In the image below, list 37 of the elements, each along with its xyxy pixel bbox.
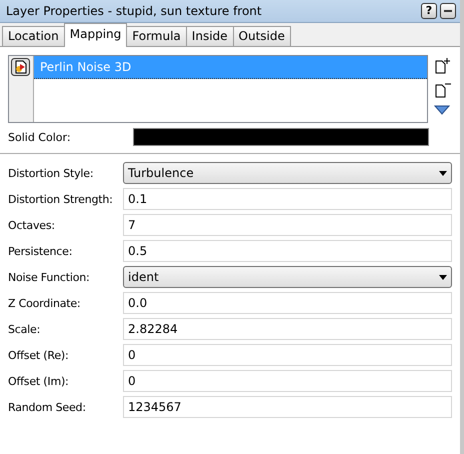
field-label: Persistence: <box>8 244 74 258</box>
minimize-button[interactable] <box>440 3 456 19</box>
input-field[interactable]: 0.5 <box>123 240 452 262</box>
window-title: Layer Properties - stupid, sun texture front <box>6 4 263 18</box>
field-label: Offset (Im): <box>8 374 70 388</box>
field-label: Solid Color: <box>8 130 72 144</box>
dropdown-arrow-icon <box>439 274 447 280</box>
field-label: Noise Function: <box>8 270 91 284</box>
down-arrow-icon[interactable] <box>434 105 450 115</box>
minimize-icon <box>444 10 452 12</box>
field-label: Octaves: <box>8 218 56 232</box>
input-field[interactable]: 0.1 <box>123 188 452 210</box>
field-label: Distortion Style: <box>8 166 94 180</box>
dropdown-arrow-icon <box>439 170 447 176</box>
tab[interactable]: Location <box>2 26 65 46</box>
add-layer-icon[interactable] <box>434 57 452 75</box>
input-field[interactable]: 0 <box>123 370 452 392</box>
texture-icon[interactable] <box>11 58 30 76</box>
input-field[interactable]: 0.0 <box>123 292 452 314</box>
field-label: Z Coordinate: <box>8 296 82 310</box>
dropdown[interactable]: Turbulence <box>123 162 452 184</box>
input-field[interactable]: 2.82284 <box>123 318 452 340</box>
tab[interactable]: Inside <box>186 26 234 46</box>
field-label: Distortion Strength: <box>8 192 114 206</box>
input-field[interactable]: 1234567 <box>123 396 452 418</box>
color-swatch[interactable] <box>133 128 429 146</box>
help-button[interactable]: ? <box>421 3 437 19</box>
input-field[interactable]: 7 <box>123 214 452 236</box>
input-field[interactable]: 0 <box>123 344 452 366</box>
dropdown[interactable]: ident <box>123 266 452 288</box>
tab[interactable]: Outside <box>232 26 291 46</box>
tab[interactable]: Mapping <box>64 23 128 47</box>
remove-layer-icon[interactable] <box>434 81 452 99</box>
field-label: Scale: <box>8 322 42 336</box>
field-label: Random Seed: <box>8 400 87 414</box>
tab[interactable]: Formula <box>126 26 187 46</box>
field-label: Offset (Re): <box>8 348 70 362</box>
